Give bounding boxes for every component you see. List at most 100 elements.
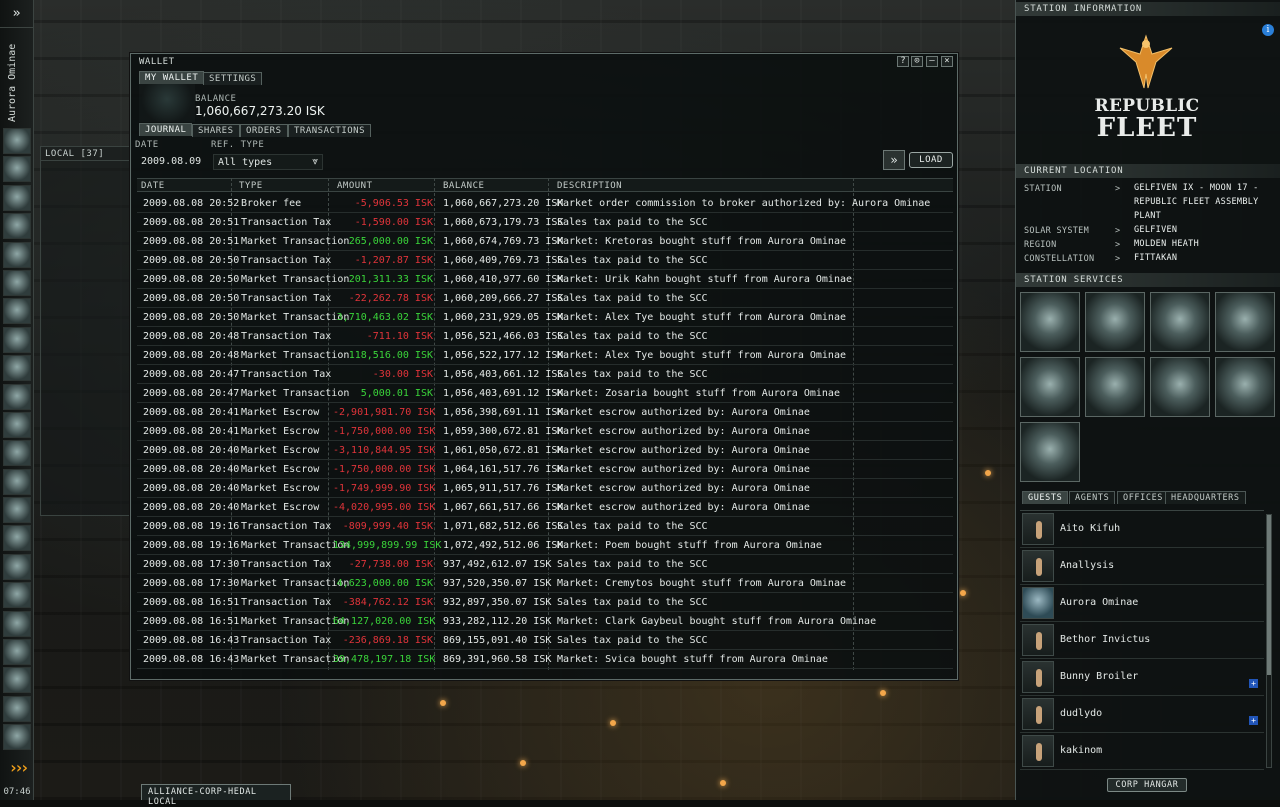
local-chat-window[interactable]: LOCAL [37]: [40, 146, 132, 516]
list-item[interactable]: dudlydo +: [1020, 696, 1264, 733]
cargo-icon[interactable]: [3, 383, 31, 410]
fitting-icon[interactable]: [3, 497, 31, 524]
table-row[interactable]: 2009.08.08 17:30 Market Transaction 4,623,…: [137, 574, 953, 593]
station-info-header[interactable]: STATION INFORMATION: [1016, 2, 1280, 16]
corp-hangar-button[interactable]: CORP HANGAR: [1107, 778, 1187, 792]
table-row[interactable]: 2009.08.08 20:47 Transaction Tax -30.00 IS…: [137, 365, 953, 384]
notepad-icon[interactable]: [3, 553, 31, 580]
plus-icon[interactable]: +: [1249, 679, 1258, 688]
table-row[interactable]: 2009.08.08 16:51 Transaction Tax -384,762.…: [137, 593, 953, 612]
help-button[interactable]: ?: [897, 56, 909, 67]
character-sheet-icon[interactable]: [3, 128, 31, 154]
avatar[interactable]: [1022, 735, 1054, 767]
tab-my-wallet[interactable]: MY WALLET: [139, 71, 205, 84]
loc-value-solar-system[interactable]: GELFIVEN: [1134, 223, 1264, 237]
col-date[interactable]: DATE: [141, 181, 165, 191]
character-name[interactable]: Aurora Ominae: [7, 44, 18, 122]
table-row[interactable]: 2009.08.08 20:40 Market Escrow -1,750,000.…: [137, 460, 953, 479]
close-button[interactable]: ×: [941, 56, 953, 67]
starmap-icon[interactable]: [3, 355, 31, 382]
avatar[interactable]: [1022, 698, 1054, 730]
tab-offices[interactable]: OFFICES: [1117, 491, 1170, 504]
loc-value-region[interactable]: MOLDEN HEATH: [1134, 237, 1264, 251]
table-row[interactable]: 2009.08.08 20:48 Market Transaction 118,51…: [137, 346, 953, 365]
avatar[interactable]: [1022, 661, 1054, 693]
table-row[interactable]: 2009.08.08 20:40 Market Escrow -3,110,844.…: [137, 441, 953, 460]
reftype-select[interactable]: All types ⩔: [213, 154, 323, 170]
tab-agents[interactable]: AGENTS: [1069, 491, 1116, 504]
tab-settings[interactable]: SETTINGS: [203, 72, 263, 85]
plus-icon[interactable]: +: [1249, 716, 1258, 725]
tab-journal[interactable]: JOURNAL: [139, 123, 193, 136]
repair-shop-icon[interactable]: [1085, 292, 1145, 352]
people-icon[interactable]: [3, 156, 31, 183]
list-item[interactable]: Anallysis: [1020, 548, 1264, 585]
double-arrow-icon[interactable]: »: [883, 150, 905, 170]
mail-icon[interactable]: [3, 184, 31, 211]
expand-chevron-icon[interactable]: ›››: [3, 756, 31, 778]
contracts-icon[interactable]: [3, 440, 31, 467]
avatar[interactable]: [1022, 624, 1054, 656]
ship-icon[interactable]: [3, 695, 31, 722]
tab-guests[interactable]: GUESTS: [1022, 491, 1069, 504]
fleet-icon[interactable]: [3, 582, 31, 609]
table-row[interactable]: 2009.08.08 20:47 Market Transaction 5,000.…: [137, 384, 953, 403]
table-row[interactable]: 2009.08.08 20:40 Market Escrow -4,020,995.…: [137, 498, 953, 517]
table-row[interactable]: 2009.08.08 20:50 Transaction Tax -1,207.87…: [137, 251, 953, 270]
drones-icon[interactable]: [3, 724, 31, 751]
cloning-icon[interactable]: [1215, 292, 1275, 352]
lp-store-icon[interactable]: [1150, 357, 1210, 417]
local-chat-header[interactable]: LOCAL [37]: [41, 147, 131, 161]
tab-headquarters[interactable]: HEADQUARTERS: [1165, 491, 1246, 504]
tab-shares[interactable]: SHARES: [192, 124, 240, 137]
col-description[interactable]: DESCRIPTION: [557, 181, 622, 191]
minimize-button[interactable]: –: [926, 56, 938, 67]
avatar[interactable]: [1022, 513, 1054, 545]
insurance-icon[interactable]: [1150, 292, 1210, 352]
guest-scrollbar[interactable]: [1266, 514, 1272, 768]
assets-icon[interactable]: [3, 241, 31, 268]
table-row[interactable]: 2009.08.08 20:41 Market Escrow -2,901,981.…: [137, 403, 953, 422]
fitting-service-icon[interactable]: [1020, 422, 1080, 482]
table-row[interactable]: 2009.08.08 19:16 Market Transaction 134,99…: [137, 536, 953, 555]
journal-icon[interactable]: [3, 298, 31, 325]
avatar[interactable]: [1022, 587, 1054, 619]
col-amount[interactable]: AMOUNT: [337, 181, 373, 191]
double-chevron-icon[interactable]: »: [0, 0, 33, 28]
list-item[interactable]: Aito Kifuh: [1020, 511, 1264, 548]
date-field[interactable]: 2009.08.09: [141, 156, 201, 167]
market-icon[interactable]: [3, 213, 31, 240]
list-item[interactable]: Bunny Broiler +: [1020, 659, 1264, 696]
list-item[interactable]: Bethor Invictus: [1020, 622, 1264, 659]
table-row[interactable]: 2009.08.08 20:51 Transaction Tax -1,590.00…: [137, 213, 953, 232]
wallet-window[interactable]: WALLET ? ⊙ – × MY WALLET SETTINGS BALANC…: [130, 53, 958, 680]
scrollbar-thumb[interactable]: [1267, 515, 1271, 675]
laboratory-icon[interactable]: [1085, 357, 1145, 417]
col-type[interactable]: TYPE: [239, 181, 263, 191]
table-row[interactable]: 2009.08.08 20:40 Market Escrow -1,749,999.…: [137, 479, 953, 498]
table-row[interactable]: 2009.08.08 20:52 Broker fee -5,906.53 ISK 1…: [137, 194, 953, 213]
corporation-icon[interactable]: [3, 468, 31, 495]
help-icon[interactable]: [3, 667, 31, 694]
load-button[interactable]: LOAD: [909, 152, 953, 168]
table-row[interactable]: 2009.08.08 20:50 Market Transaction 201,31…: [137, 270, 953, 289]
table-row[interactable]: 2009.08.08 20:51 Market Transaction 265,00…: [137, 232, 953, 251]
table-row[interactable]: 2009.08.08 20:41 Market Escrow -1,750,000.…: [137, 422, 953, 441]
avatar[interactable]: [1022, 550, 1054, 582]
list-item[interactable]: kakinom: [1020, 733, 1264, 770]
table-row[interactable]: 2009.08.08 16:43 Transaction Tax -236,869.…: [137, 631, 953, 650]
bounty-office-icon[interactable]: [1020, 292, 1080, 352]
table-row[interactable]: 2009.08.08 20:50 Market Transaction 3,710,…: [137, 308, 953, 327]
col-balance[interactable]: BALANCE: [443, 181, 484, 191]
table-row[interactable]: 2009.08.08 17:30 Transaction Tax -27,738.0…: [137, 555, 953, 574]
tab-orders[interactable]: ORDERS: [240, 124, 288, 137]
wallet-icon[interactable]: [3, 525, 31, 552]
industry-icon[interactable]: [3, 269, 31, 296]
table-row[interactable]: 2009.08.08 20:50 Transaction Tax -22,262.7…: [137, 289, 953, 308]
list-item[interactable]: Aurora Ominae: [1020, 585, 1264, 622]
info-icon[interactable]: i: [1262, 24, 1274, 36]
science-icon[interactable]: [3, 411, 31, 438]
options-button[interactable]: ⊙: [911, 56, 923, 67]
table-row[interactable]: 2009.08.08 20:48 Transaction Tax -711.10 I…: [137, 327, 953, 346]
loc-value-constellation[interactable]: FITTAKAN: [1134, 251, 1264, 265]
